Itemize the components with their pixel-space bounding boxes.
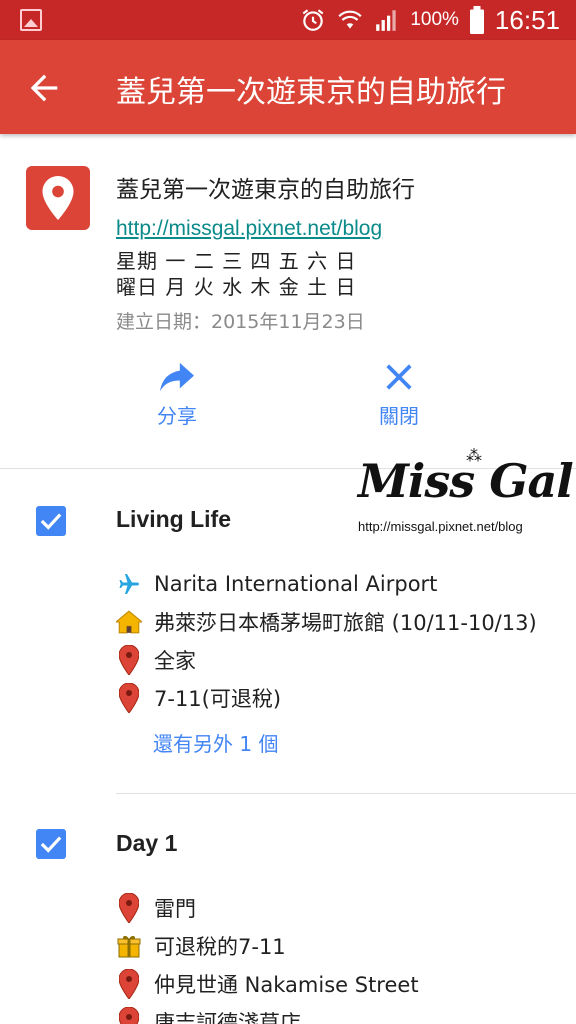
pin-icon	[116, 1007, 142, 1024]
list-item[interactable]: 7-11(可退稅)	[116, 683, 281, 713]
place-name: 唐吉訶德淺草店	[154, 1011, 301, 1024]
place-name: 可退稅的7-11	[154, 935, 286, 959]
pin-icon	[116, 645, 142, 675]
pin-icon	[116, 969, 142, 999]
checkmark-icon	[40, 513, 62, 530]
app-bar: 蓋兒第一次遊東京的自助旅行	[0, 40, 576, 134]
description-line-1: 星期 一 二 三 四 五 六 日	[116, 249, 357, 273]
layer-checkbox-day-1[interactable]	[36, 829, 66, 859]
list-item[interactable]: 雷門	[116, 893, 196, 923]
description-line-2: 曜日 月 火 水 木 金 土 日	[116, 275, 357, 299]
back-button[interactable]	[24, 68, 64, 108]
show-more-link[interactable]: 還有另外 1 個	[153, 728, 278, 757]
layer-divider	[116, 793, 576, 794]
list-item[interactable]: 仲見世通 Nakamise Street	[116, 969, 419, 999]
pin-icon	[116, 893, 142, 923]
list-item[interactable]: 弗萊莎日本橋茅場町旅館 (10/11-10/13)	[116, 607, 537, 637]
close-label: 關閉	[379, 404, 419, 428]
status-icons: 100% 16:51	[300, 0, 560, 40]
house-icon	[116, 607, 142, 637]
place-name: Narita International Airport	[154, 572, 438, 596]
list-item[interactable]: 唐吉訶德淺草店	[116, 1007, 301, 1024]
place-name: 弗萊莎日本橋茅場町旅館 (10/11-10/13)	[154, 611, 537, 635]
status-bar: 100% 16:51	[0, 0, 576, 40]
place-name: 仲見世通 Nakamise Street	[154, 973, 419, 997]
pin-icon	[116, 683, 142, 713]
battery-percent: 100%	[410, 9, 459, 30]
watermark-text: Miss Gal	[358, 454, 574, 508]
watermark-url: http://missgal.pixnet.net/blog	[358, 519, 523, 534]
alarm-icon	[302, 9, 324, 31]
clock: 16:51	[494, 4, 560, 35]
map-pin-icon	[42, 176, 74, 220]
list-item[interactable]: 全家	[116, 645, 196, 675]
arrow-back-icon	[30, 74, 58, 102]
layer-title[interactable]: Living Life	[116, 506, 231, 533]
share-arrow-icon	[160, 362, 194, 392]
battery-icon	[469, 6, 484, 34]
app-bar-title: 蓋兒第一次遊東京的自助旅行	[116, 75, 506, 110]
map-description-link[interactable]: http://missgal.pixnet.net/blog	[116, 217, 382, 241]
map-logo	[26, 166, 90, 230]
place-name: 7-11(可退稅)	[154, 687, 282, 711]
map-title: 蓋兒第一次遊東京的自助旅行	[116, 177, 415, 203]
list-item[interactable]: Narita International Airport	[116, 569, 437, 599]
share-button[interactable]: 分享	[117, 362, 237, 429]
layer-title[interactable]: Day 1	[116, 830, 177, 857]
layer-checkbox-living-life[interactable]	[36, 506, 66, 536]
place-name: 雷門	[154, 897, 196, 921]
watermark: ⁂ Miss Gal http://missgal.pixnet.net/blo…	[356, 446, 574, 542]
gallery-notification-icon	[20, 9, 42, 31]
signal-icon	[376, 10, 396, 31]
close-button[interactable]: 關閉	[339, 362, 459, 429]
created-date: 建立日期：2015年11月23日	[116, 311, 365, 333]
airplane-icon	[116, 569, 142, 599]
close-icon	[386, 364, 412, 390]
share-label: 分享	[157, 404, 197, 428]
checkmark-icon	[40, 836, 62, 853]
place-name: 全家	[154, 649, 196, 673]
list-item[interactable]: 可退稅的7-11	[116, 931, 286, 961]
gift-icon	[116, 931, 142, 961]
wifi-icon	[338, 10, 362, 29]
